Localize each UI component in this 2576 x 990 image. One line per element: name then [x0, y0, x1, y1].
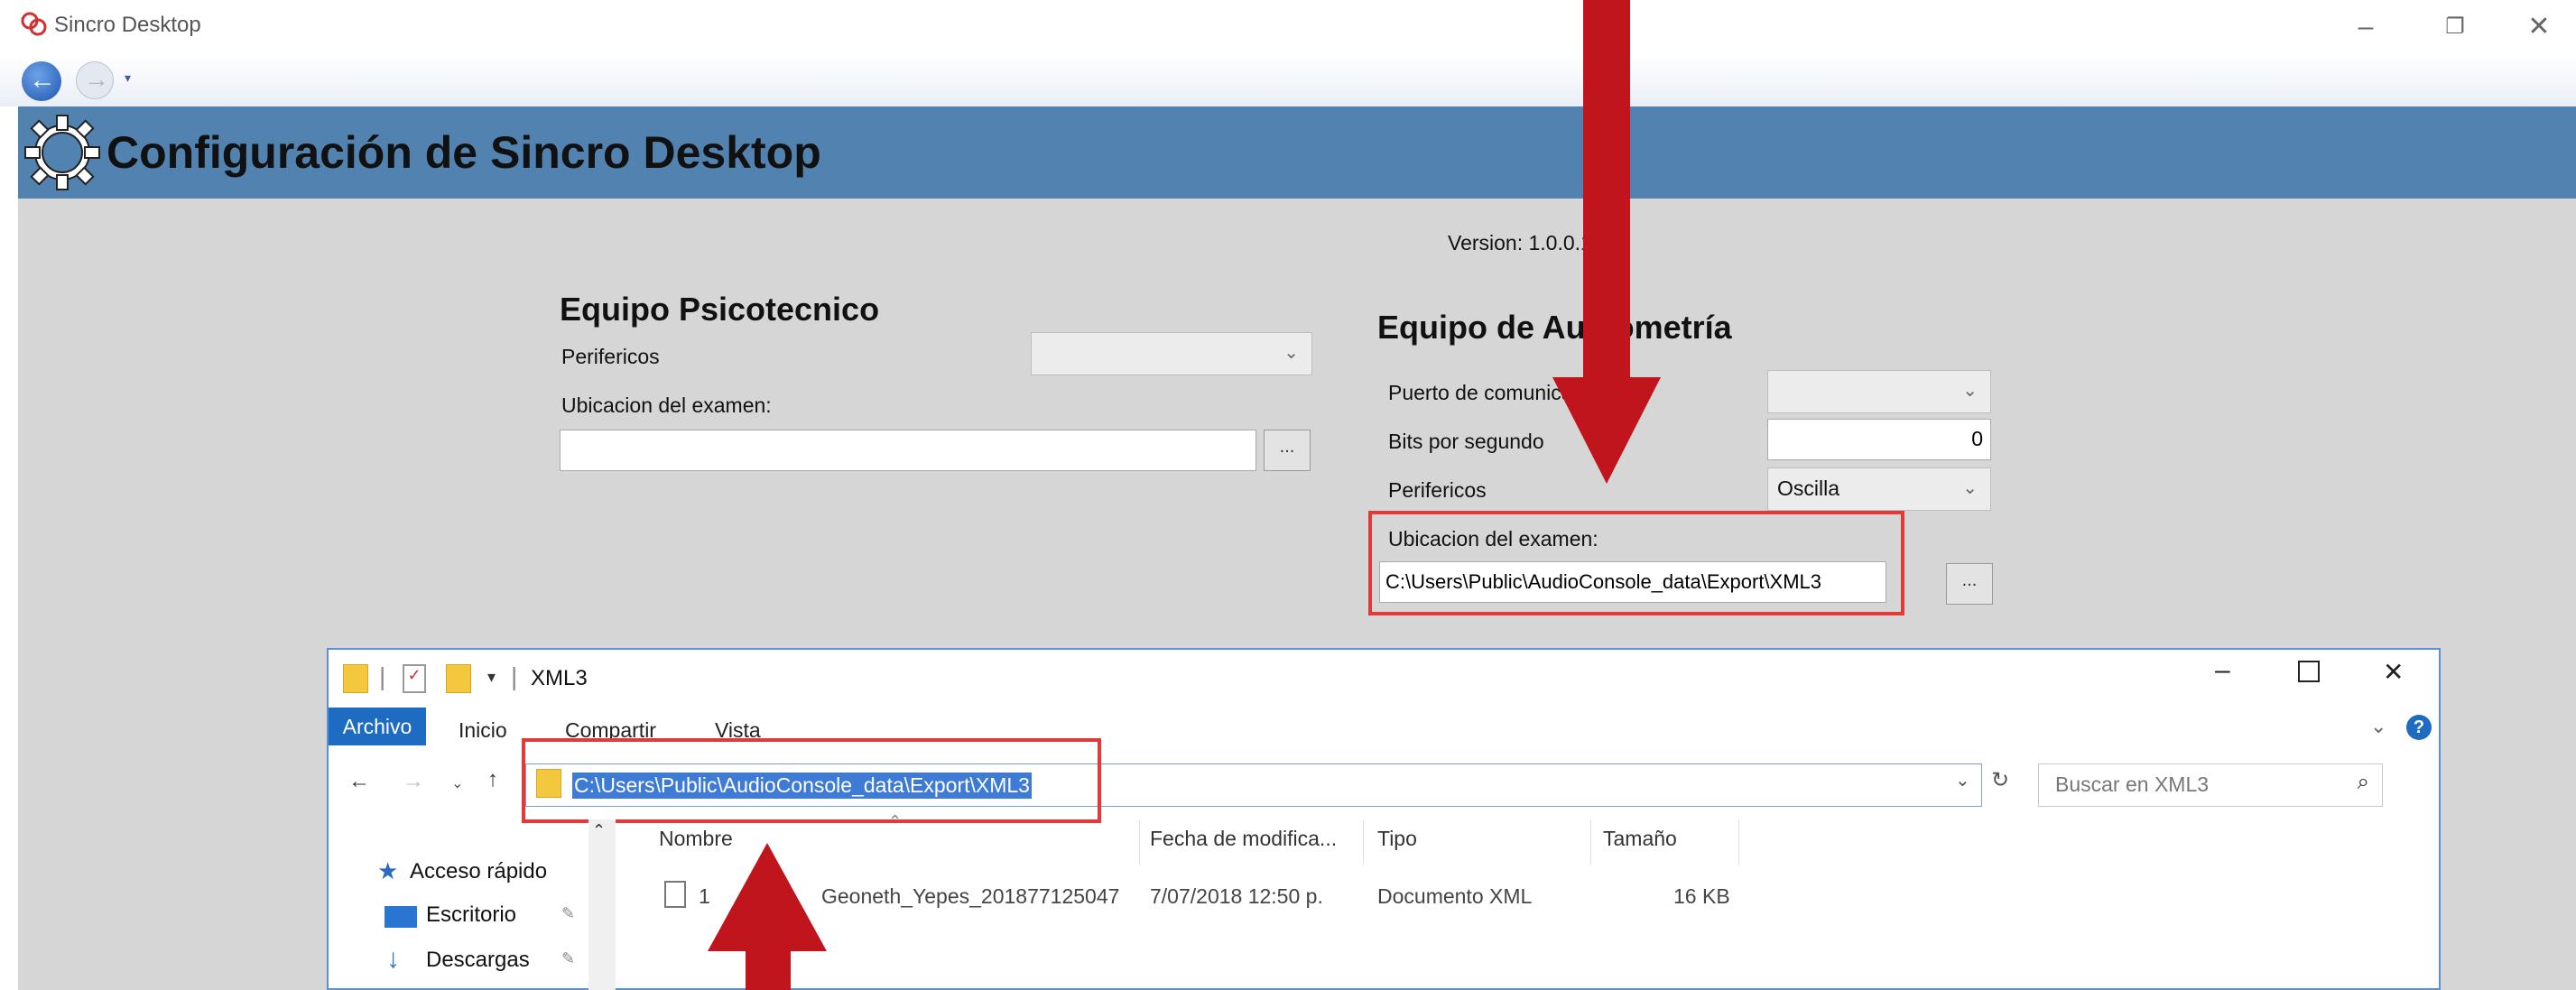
pin-icon[interactable]: ✎ — [561, 904, 575, 923]
minimize-button[interactable]: – — [2343, 7, 2388, 47]
quick-access-dropdown-icon[interactable]: ▾ — [487, 668, 496, 687]
nav-acceso-rapido[interactable]: Acceso rápido — [410, 859, 547, 884]
up-folder-icon[interactable]: ↑ — [487, 767, 498, 792]
column-divider[interactable] — [1139, 819, 1140, 865]
separator: | — [511, 662, 518, 690]
ribbon-expand-icon[interactable]: ⌄ — [2370, 715, 2386, 738]
file-size: 16 KB — [1673, 884, 1730, 908]
audio-perifericos-value: Oscilla — [1777, 476, 1840, 500]
annotation-arrow-down — [1583, 0, 1630, 388]
audio-bits-input[interactable]: 0 — [1767, 419, 1991, 460]
explorer-minimize-button[interactable]: – — [2215, 655, 2230, 686]
recent-locations-icon[interactable]: ⌄ — [451, 774, 463, 792]
audio-perifericos-label: Perifericos — [1388, 478, 1487, 502]
star-icon: ★ — [377, 857, 399, 884]
version-label: Version: 1.0.0.1 — [1448, 231, 1592, 254]
window-titlebar — [0, 0, 2576, 56]
column-divider[interactable] — [1363, 819, 1364, 865]
psicotecnico-section-title: Equipo Psicotecnico — [560, 291, 880, 328]
separator: | — [379, 662, 386, 690]
sincro-logo-icon — [21, 12, 47, 36]
forward-button[interactable]: → — [76, 61, 114, 99]
explorer-close-button[interactable]: ✕ — [2383, 657, 2404, 687]
properties-icon[interactable]: ✓ — [403, 664, 426, 693]
audiometria-section-title: Equipo de Audiometría — [1377, 309, 1732, 346]
file-date: 7/07/2018 12:50 p. — [1150, 884, 1323, 908]
close-button[interactable]: ✕ — [2516, 7, 2562, 47]
audio-bits-value: 0 — [1971, 427, 1983, 450]
column-fecha[interactable]: Fecha de modifica... — [1150, 827, 1337, 851]
chevron-down-icon: ⌄ — [1962, 381, 1978, 401]
psico-ubicacion-label: Ubicacion del examen: — [561, 393, 772, 417]
xml-file-icon — [664, 881, 686, 908]
new-folder-icon[interactable] — [446, 664, 471, 693]
explorer-maximize-button[interactable] — [2298, 661, 2320, 682]
nav-scrollbar[interactable] — [588, 819, 616, 990]
nav-descargas[interactable]: Descargas — [426, 948, 530, 973]
column-tamano[interactable]: Tamaño — [1603, 827, 1677, 851]
audio-browse-button[interactable]: ... — [1946, 563, 1993, 605]
search-icon: ⌕ — [2357, 770, 2369, 794]
pin-icon[interactable]: ✎ — [561, 949, 575, 968]
refresh-icon[interactable]: ↻ — [1991, 767, 2009, 793]
audio-puerto-select[interactable]: ⌄ — [1767, 370, 1991, 413]
annotation-arrow-up — [746, 948, 791, 990]
audio-perifericos-select[interactable]: Oscilla ⌄ — [1767, 467, 1991, 511]
address-dropdown-icon[interactable]: ⌄ — [1955, 769, 1970, 791]
folder-icon — [343, 664, 368, 693]
annotation-arrowhead-down-icon — [1552, 377, 1661, 484]
tab-inicio[interactable]: Inicio — [459, 718, 507, 743]
column-tipo[interactable]: Tipo — [1377, 827, 1417, 851]
psico-perifericos-select[interactable]: ⌄ — [1031, 332, 1312, 375]
audio-ubicacion-label: Ubicacion del examen: — [1388, 527, 1598, 551]
gear-icon — [24, 115, 100, 190]
explorer-back-icon[interactable]: ← — [348, 769, 370, 794]
back-arrow-icon: ← — [29, 65, 56, 95]
page-title: Configuración de Sincro Desktop — [107, 127, 821, 178]
forward-arrow-icon: → — [84, 65, 109, 93]
scroll-up-icon[interactable]: ⌃ — [592, 821, 606, 840]
history-dropdown-icon[interactable]: ▾ — [125, 70, 131, 86]
app-title: Sincro Desktop — [54, 13, 201, 37]
explorer-forward-icon[interactable]: → — [403, 769, 424, 794]
search-placeholder: Buscar en XML3 — [2055, 773, 2210, 796]
psico-browse-button[interactable]: ... — [1264, 430, 1311, 471]
audio-bits-label: Bits por segundo — [1388, 430, 1544, 453]
nav-escritorio[interactable]: Escritorio — [426, 902, 516, 928]
sort-indicator-icon: ⌃ — [888, 812, 903, 830]
search-box[interactable]: Buscar en XML3 ⌕ — [2038, 763, 2383, 807]
chevron-down-icon: ⌄ — [1283, 343, 1299, 363]
help-icon[interactable]: ? — [2406, 715, 2432, 740]
navigation-bar — [0, 56, 2576, 106]
file-type: Documento XML — [1377, 884, 1533, 908]
desktop-icon — [385, 906, 417, 928]
column-divider[interactable] — [1590, 819, 1591, 865]
address-highlight-box — [522, 738, 1101, 823]
audio-ubicacion-input[interactable]: C:\Users\Public\AudioConsole_data\Export… — [1379, 561, 1886, 603]
column-divider[interactable] — [1738, 819, 1739, 865]
chevron-down-icon: ⌄ — [1962, 478, 1978, 498]
explorer-title: XML3 — [531, 666, 588, 690]
download-icon: ↓ — [386, 944, 400, 974]
back-button[interactable]: ← — [22, 61, 61, 101]
annotation-arrowhead-up-icon — [708, 843, 827, 951]
restore-button[interactable]: ❐ — [2432, 7, 2478, 47]
psico-ubicacion-input[interactable] — [560, 430, 1256, 471]
psico-perifericos-label: Perifericos — [561, 345, 660, 368]
audio-ubicacion-value: C:\Users\Public\AudioConsole_data\Export… — [1385, 570, 1822, 593]
file-name[interactable]: Geoneth_Yepes_201877125047 — [821, 884, 1119, 909]
tab-archivo[interactable]: Archivo — [329, 708, 426, 745]
